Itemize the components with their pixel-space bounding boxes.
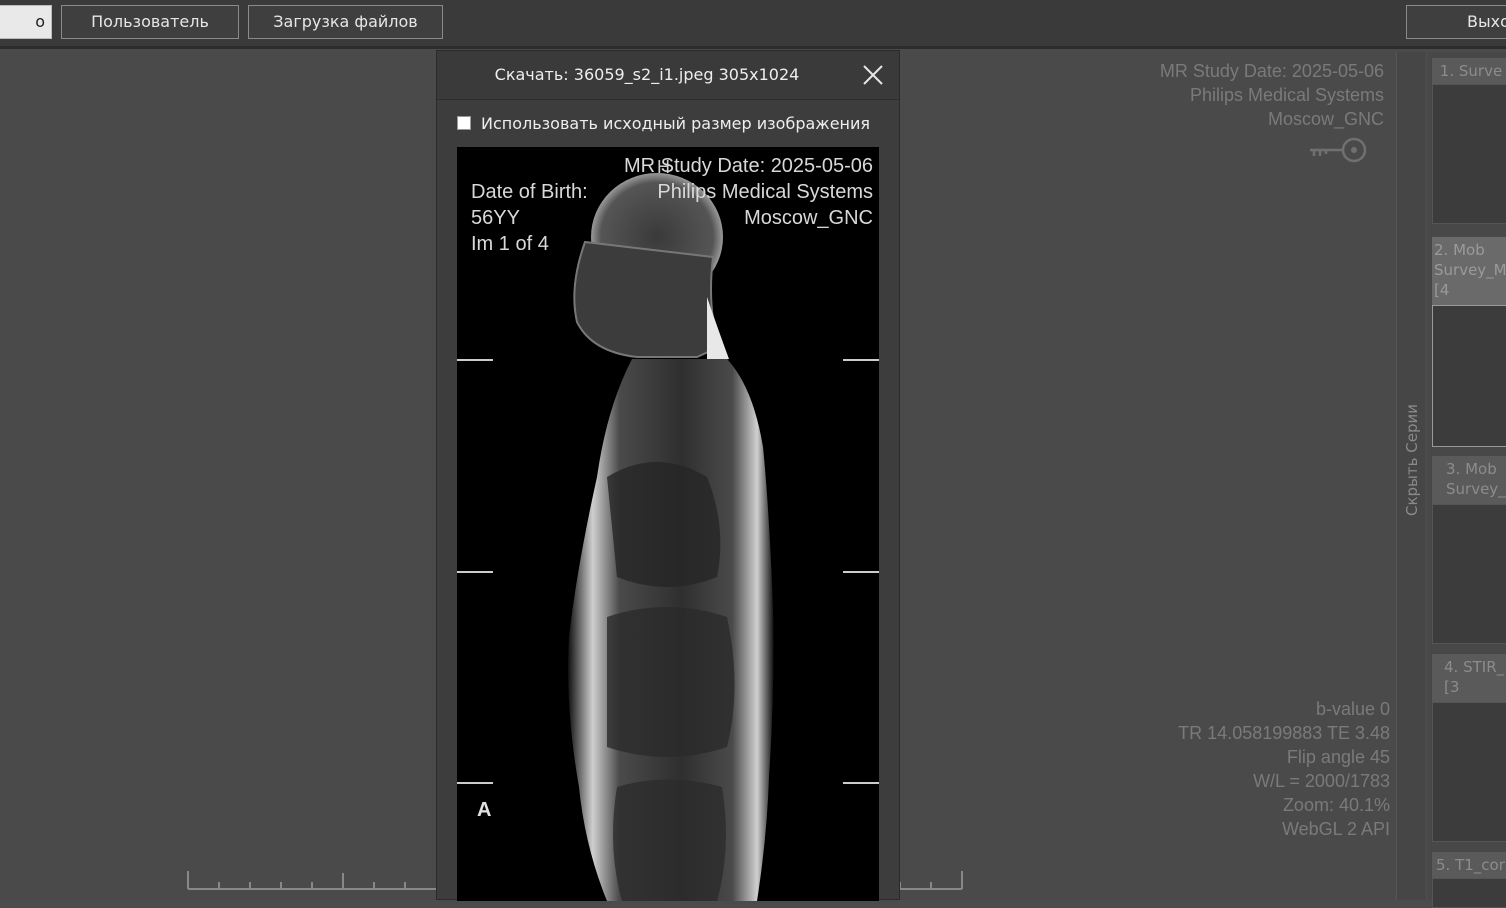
- preview-overlay-top-right: MR Study Date: 2025-05-06 Philips Medica…: [624, 153, 873, 231]
- top-toolbar: о Пользователь Загрузка файлов Выхо: [0, 0, 1506, 49]
- preview-image-index: Im 1 of 4: [471, 233, 549, 255]
- original-size-label: Использовать исходный размер изображения: [481, 113, 871, 133]
- user-button[interactable]: Пользователь: [61, 5, 239, 39]
- series-item[interactable]: 3. Mob Survey_: [1432, 456, 1506, 644]
- viewer-overlay-bottom-right: b-value 0 TR 14.058199883 TE 3.48 Flip a…: [1178, 697, 1390, 841]
- overlay-zoom: Zoom: 40.1%: [1282, 795, 1390, 815]
- tab-active-partial[interactable]: о: [0, 5, 52, 39]
- series-title: 5. T1_cor: [1432, 852, 1506, 878]
- series-title: 4. STIR_ [3: [1432, 654, 1506, 702]
- dialog-header: Скачать: 36059_s2_i1.jpeg 305x1024: [437, 51, 899, 100]
- hide-series-label: Скрыть Серии: [1403, 404, 1421, 516]
- preview-manufacturer: Philips Medical Systems: [657, 181, 873, 203]
- overlay-b-value: b-value 0: [1315, 699, 1390, 719]
- preview-dob-label: Date of Birth:: [471, 181, 588, 203]
- original-size-checkbox[interactable]: [457, 116, 471, 130]
- series-thumbnail[interactable]: [1432, 84, 1506, 224]
- viewer-overlay-top-right: MR Study Date: 2025-05-06 Philips Medica…: [1160, 59, 1384, 131]
- overlay-institution: Moscow_GNC: [1267, 109, 1384, 129]
- series-thumbnail[interactable]: [1432, 702, 1506, 842]
- hide-series-toggle[interactable]: Скрыть Серии: [1396, 52, 1425, 900]
- original-size-option[interactable]: Использовать исходный размер изображения: [457, 111, 870, 135]
- download-dialog: Скачать: 36059_s2_i1.jpeg 305x1024 Испол…: [436, 50, 900, 901]
- dialog-title: Скачать: 36059_s2_i1.jpeg 305x1024: [494, 65, 800, 84]
- overlay-tr-te: TR 14.058199883 TE 3.48: [1178, 723, 1390, 743]
- series-item[interactable]: 1. Surve: [1432, 58, 1506, 224]
- preview-study-date: MR Study Date: 2025-05-06: [623, 155, 873, 177]
- key-icon[interactable]: [1306, 135, 1370, 165]
- image-preview: H MR Study Date: 2025-05-06 Philips Medi…: [457, 147, 879, 901]
- preview-orientation-label: A: [477, 799, 492, 821]
- preview-institution: Moscow_GNC: [744, 207, 873, 229]
- series-panel: 1. Surve 2. Mob Survey_M [4 3. Mob Surve…: [1428, 52, 1506, 908]
- series-title: 3. Mob Survey_: [1432, 456, 1506, 504]
- upload-files-button[interactable]: Загрузка файлов: [248, 5, 443, 39]
- overlay-flip-angle: Flip angle 45: [1286, 747, 1390, 767]
- preview-overlay-top-left: Date of Birth: 56YY Im 1 of 4: [471, 179, 588, 257]
- preview-age: 56YY: [471, 207, 520, 229]
- series-title: 2. Mob Survey_M [4: [1432, 237, 1506, 305]
- exit-button[interactable]: Выхо: [1406, 5, 1506, 39]
- close-icon[interactable]: [861, 63, 885, 87]
- overlay-renderer: WebGL 2 API: [1281, 819, 1390, 839]
- overlay-window-level: W/L = 2000/1783: [1253, 771, 1390, 791]
- series-title: 1. Surve: [1432, 58, 1506, 84]
- series-item[interactable]: 2. Mob Survey_M [4: [1432, 237, 1506, 447]
- overlay-manufacturer: Philips Medical Systems: [1189, 85, 1384, 105]
- series-thumbnail[interactable]: [1432, 305, 1506, 447]
- series-item[interactable]: 4. STIR_ [3: [1432, 654, 1506, 842]
- series-thumbnail[interactable]: [1432, 504, 1506, 644]
- series-thumbnail[interactable]: [1432, 878, 1506, 908]
- mri-sagittal-image: [457, 173, 879, 901]
- overlay-study-date: MR Study Date: 2025-05-06: [1159, 61, 1384, 81]
